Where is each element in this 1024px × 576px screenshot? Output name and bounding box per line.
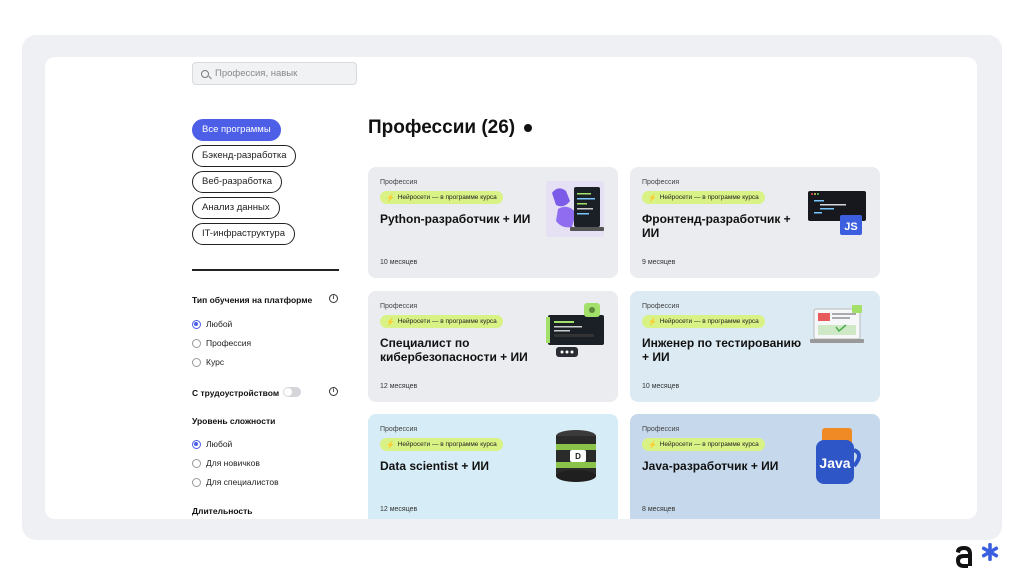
sidebar-divider (192, 269, 339, 271)
ai-badge: ⚡ Нейросети — в программе курса (642, 315, 765, 328)
radio-dot[interactable] (192, 338, 201, 348)
info-icon[interactable]: i (329, 387, 338, 396)
ai-badge: ⚡ Нейросети — в программе курса (380, 438, 503, 451)
bolt-icon: ⚡ (648, 194, 657, 202)
card-duration: 8 месяцев (642, 506, 676, 513)
ai-badge: ⚡ Нейросети — в программе курса (380, 315, 503, 328)
radio-dot[interactable] (192, 477, 201, 487)
search-input[interactable] (215, 68, 355, 79)
course-card-java[interactable]: Профессия ⚡ Нейросети — в программе курса… (630, 414, 880, 519)
ai-badge: ⚡ Нейросети — в программе курса (642, 438, 765, 451)
radio-dot[interactable] (192, 319, 201, 329)
card-duration: 12 месяцев (380, 383, 418, 390)
chip-it-infrastructure[interactable]: IT-инфраструктура (192, 223, 295, 245)
card-duration: 9 месяцев (642, 259, 676, 266)
chip-web[interactable]: Веб-разработка (192, 171, 283, 193)
chip-all-programs[interactable]: Все программы (192, 119, 281, 141)
js-code-window-icon: JS (808, 191, 866, 235)
card-title: Java-разработчик + ИИ (642, 458, 779, 473)
info-icon[interactable] (524, 124, 532, 132)
level-title: Уровень сложности (192, 416, 276, 426)
card-duration: 10 месяцев (380, 259, 418, 266)
bolt-icon: ⚡ (648, 441, 657, 449)
svg-text:D: D (575, 452, 581, 461)
bolt-icon: ⚡ (648, 318, 657, 326)
card-duration: 12 месяцев (380, 506, 418, 513)
svg-text:JS: JS (844, 221, 857, 233)
employment-label: С трудоустройством (192, 388, 280, 398)
card-title: Python-разработчик + ИИ (380, 211, 531, 226)
bolt-icon: ⚡ (386, 194, 395, 202)
course-card-data-science[interactable]: Профессия ⚡ Нейросети — в программе курса… (368, 414, 618, 519)
employment-toggle[interactable] (283, 387, 301, 397)
bolt-icon: ⚡ (386, 441, 395, 449)
card-title: Специалист по кибербезопасности + ИИ (380, 335, 528, 364)
course-card-testing[interactable]: Профессия ⚡ Нейросети — в программе курса… (630, 291, 880, 402)
category-filters: Все программы Бэкенд-разработка Веб-разр… (192, 119, 352, 249)
security-terminal-icon (546, 303, 604, 357)
search-icon (201, 69, 209, 78)
search-box[interactable] (192, 62, 357, 85)
course-card-frontend[interactable]: Профессия ⚡ Нейросети — в программе курса… (630, 167, 880, 278)
card-title: Фронтенд-разработчик + ИИ (642, 211, 791, 240)
ai-badge: ⚡ Нейросети — в программе курса (380, 191, 503, 204)
chip-backend[interactable]: Бэкенд-разработка (192, 145, 297, 167)
radio-learning-any[interactable]: Любой (192, 319, 232, 329)
brand-logo (956, 543, 999, 568)
radio-dot[interactable] (192, 439, 201, 449)
card-duration: 10 месяцев (642, 383, 680, 390)
java-cup-icon: Java (816, 428, 861, 484)
card-title: Инженер по тестированию + ИИ (642, 335, 802, 364)
radio-dot[interactable] (192, 357, 201, 367)
course-card-security[interactable]: Профессия ⚡ Нейросети — в программе курса… (368, 291, 618, 402)
learning-type-title: Тип обучения на платформе (192, 295, 313, 305)
ai-badge: ⚡ Нейросети — в программе курса (642, 191, 765, 204)
page-title: Профессии (26) (368, 117, 516, 138)
course-card-python[interactable]: Профессия ⚡ Нейросети — в программе курса… (368, 167, 618, 278)
page-content: Все программы Бэкенд-разработка Веб-разр… (45, 57, 977, 519)
chip-data-analysis[interactable]: Анализ данных (192, 197, 280, 219)
svg-text:Java: Java (819, 455, 850, 471)
card-title: Data scientist + ИИ (380, 458, 489, 473)
bolt-icon: ⚡ (386, 318, 395, 326)
radio-dot[interactable] (192, 458, 201, 468)
radio-learning-profession[interactable]: Профессия (192, 338, 251, 348)
duration-title: Длительность (192, 506, 253, 516)
radio-level-any[interactable]: Любой (192, 439, 232, 449)
radio-level-specialists[interactable]: Для специалистов (192, 477, 279, 487)
testing-laptop-icon (810, 305, 864, 343)
data-jar-icon: D (556, 430, 596, 482)
radio-level-beginners[interactable]: Для новичков (192, 458, 260, 468)
python-laptop-icon (546, 181, 604, 237)
info-icon[interactable]: i (329, 294, 338, 303)
radio-learning-course[interactable]: Курс (192, 357, 224, 367)
